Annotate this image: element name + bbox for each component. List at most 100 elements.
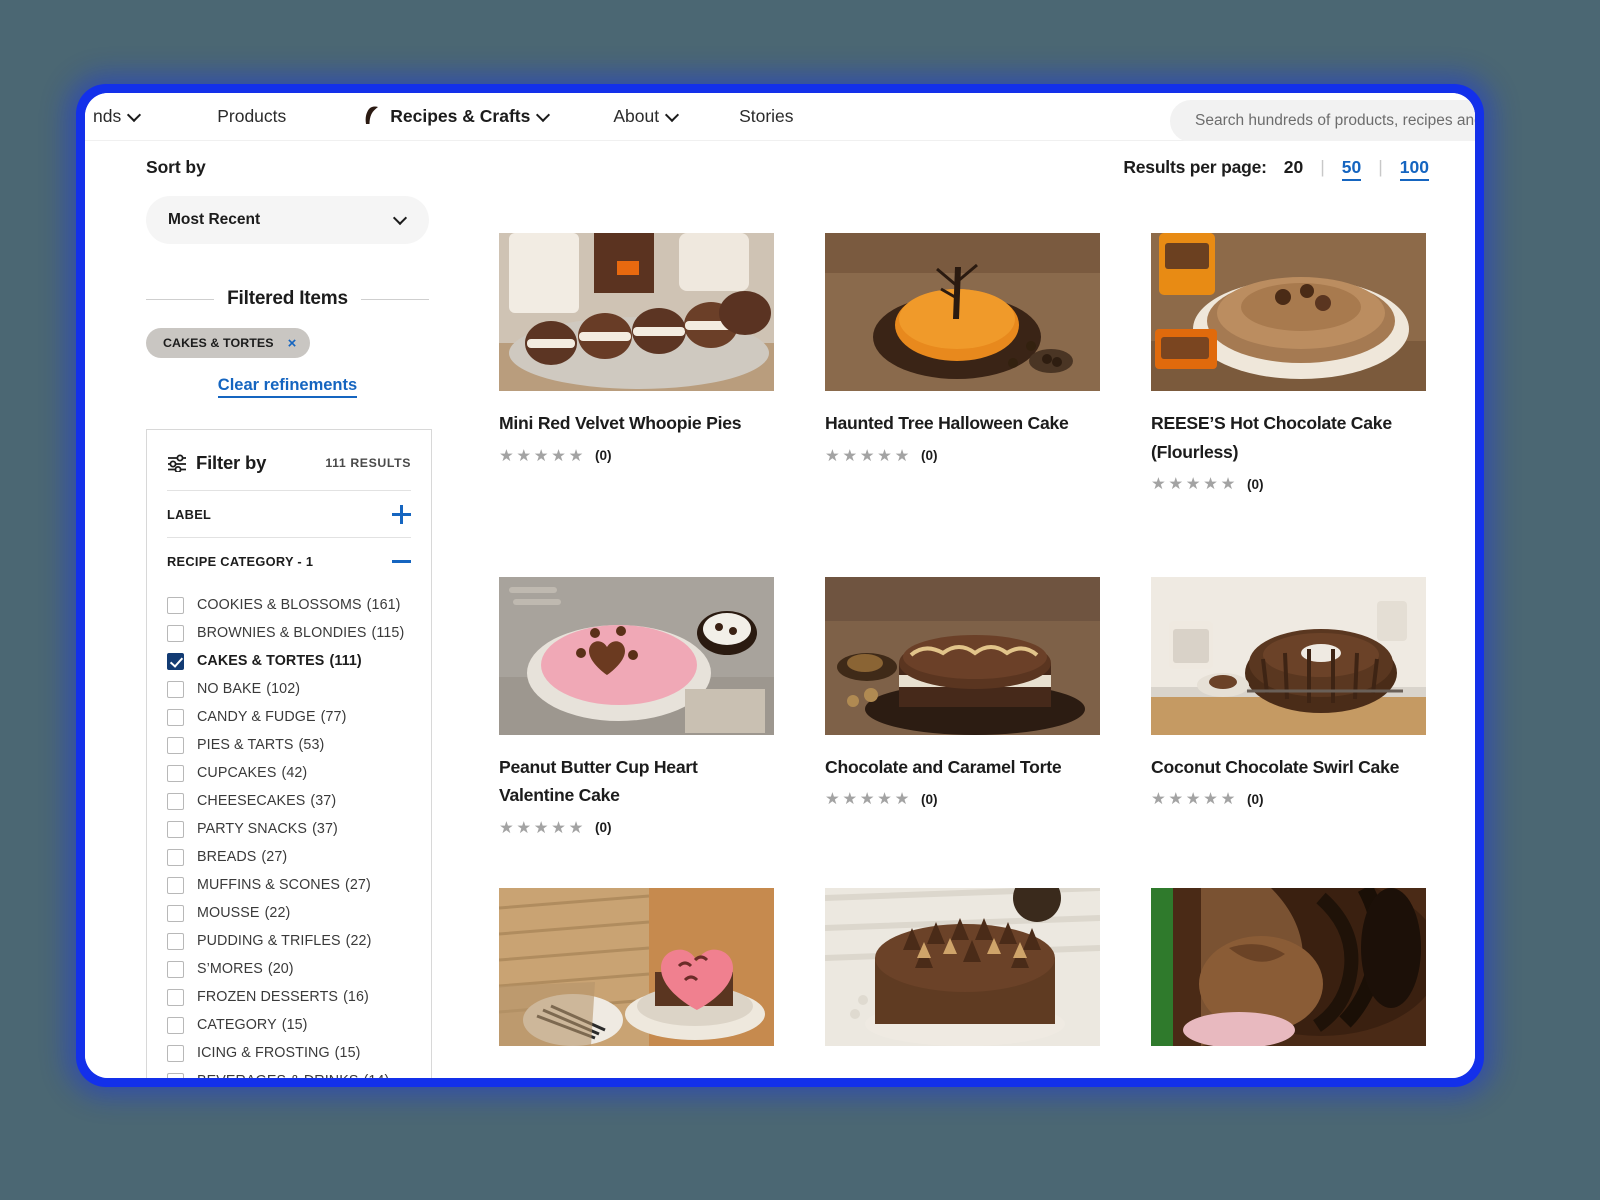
checkbox-icon[interactable] bbox=[167, 793, 184, 810]
nav-item-brands[interactable]: nds bbox=[93, 106, 141, 127]
checkbox-icon[interactable] bbox=[167, 1017, 184, 1034]
results-per-page-20[interactable]: 20 bbox=[1284, 157, 1303, 178]
category-checkbox-row[interactable]: PARTY SNACKS (37) bbox=[167, 815, 411, 843]
nav-item-stories[interactable]: Stories bbox=[739, 106, 793, 127]
checkbox-icon[interactable] bbox=[167, 933, 184, 950]
recipe-rating[interactable]: ★★★★★(0) bbox=[499, 448, 774, 465]
category-checkbox-row[interactable]: CAKES & TORTES(111) bbox=[167, 647, 411, 675]
category-checkbox-row[interactable]: MUFFINS & SCONES(27) bbox=[167, 871, 411, 899]
nav-item-about[interactable]: About bbox=[613, 106, 679, 127]
category-checkbox-row[interactable]: CUPCAKES(42) bbox=[167, 759, 411, 787]
checkbox-icon[interactable] bbox=[167, 849, 184, 866]
category-checkbox-row[interactable]: MOUSSE(22) bbox=[167, 899, 411, 927]
filter-section-recipe-category[interactable]: RECIPE CATEGORY - 1 bbox=[167, 537, 411, 584]
filtered-items-title: Filtered Items bbox=[227, 288, 348, 310]
recipe-card[interactable]: REESE’S Hot Chocolate Cake (Flourless)★★… bbox=[1151, 233, 1426, 493]
nav-item-products[interactable]: Products bbox=[217, 106, 286, 127]
review-count: (0) bbox=[921, 792, 938, 807]
results-per-page-100[interactable]: 100 bbox=[1400, 157, 1429, 181]
category-checkbox-row[interactable]: CATEGORY(15) bbox=[167, 1011, 411, 1039]
browser-frame: nds Products Recipes & Crafts About Stor… bbox=[76, 84, 1484, 1087]
category-checkbox-row[interactable]: BEVERAGES & DRINKS(14) bbox=[167, 1067, 411, 1078]
checkbox-icon[interactable] bbox=[167, 737, 184, 754]
divider-left bbox=[146, 299, 214, 300]
category-checkbox-row[interactable]: PUDDING & TRIFLES(22) bbox=[167, 927, 411, 955]
recipe-rating[interactable]: ★★★★★(0) bbox=[825, 791, 1100, 808]
clear-refinements-label: Clear refinements bbox=[218, 376, 357, 398]
filter-section-label[interactable]: LABEL bbox=[167, 490, 411, 537]
checkbox-icon[interactable] bbox=[167, 1045, 184, 1062]
category-count: (22) bbox=[346, 933, 372, 949]
recipe-card[interactable]: Chocolate and Caramel Torte★★★★★(0) bbox=[825, 577, 1100, 837]
category-checkbox-row[interactable]: NO BAKE(102) bbox=[167, 675, 411, 703]
filter-chip-row: CAKES & TORTES × bbox=[146, 328, 429, 358]
checkbox-icon[interactable] bbox=[167, 681, 184, 698]
checkbox-icon[interactable] bbox=[167, 625, 184, 642]
review-count: (0) bbox=[595, 448, 612, 463]
category-label: PIES & TARTS bbox=[197, 737, 294, 753]
close-icon[interactable]: × bbox=[288, 336, 297, 351]
recipe-card[interactable] bbox=[825, 888, 1100, 1046]
recipe-rating[interactable]: ★★★★★(0) bbox=[1151, 476, 1426, 493]
chocolate-and-caramel-torte-image[interactable] bbox=[825, 577, 1100, 735]
category-checkbox-row[interactable]: BREADS(27) bbox=[167, 843, 411, 871]
results-per-page-50[interactable]: 50 bbox=[1342, 157, 1361, 181]
checkbox-icon[interactable] bbox=[167, 597, 184, 614]
coconut-chocolate-swirl-cake-image[interactable] bbox=[1151, 577, 1426, 735]
checkbox-icon[interactable] bbox=[167, 709, 184, 726]
category-count: (16) bbox=[343, 989, 369, 1005]
clear-refinements[interactable]: Clear refinements bbox=[146, 376, 429, 395]
recipe-card[interactable]: Mini Red Velvet Whoopie Pies★★★★★(0) bbox=[499, 233, 774, 493]
sort-by-select[interactable]: Most Recent bbox=[146, 196, 429, 244]
recipe-card-title: Peanut Butter Cup Heart Valentine Cake bbox=[499, 753, 774, 810]
chocolate-kisses-cake-image[interactable] bbox=[825, 888, 1100, 1046]
category-checkbox-row[interactable]: ICING & FROSTING(15) bbox=[167, 1039, 411, 1067]
checkbox-icon[interactable] bbox=[167, 989, 184, 1006]
category-count: (15) bbox=[282, 1017, 308, 1033]
reeses-hot-chocolate-cake-image[interactable] bbox=[1151, 233, 1426, 391]
category-checkbox-row[interactable]: COOKIES & BLOSSOMS(161) bbox=[167, 591, 411, 619]
filter-chip-cakes-tortes[interactable]: CAKES & TORTES × bbox=[146, 328, 310, 358]
star-rating-icon: ★★★★★ bbox=[1151, 791, 1238, 808]
mini-red-velvet-whoopie-pies-image[interactable] bbox=[499, 233, 774, 391]
checkbox-icon[interactable] bbox=[167, 653, 184, 670]
recipe-card[interactable]: Peanut Butter Cup Heart Valentine Cake ★★… bbox=[499, 577, 774, 837]
recipe-card[interactable] bbox=[1151, 888, 1426, 1046]
nav-item-recipes-crafts[interactable]: Recipes & Crafts bbox=[362, 106, 550, 127]
haunted-tree-halloween-cake-image[interactable] bbox=[825, 233, 1100, 391]
recipe-card[interactable]: Coconut Chocolate Swirl Cake★★★★★(0) bbox=[1151, 577, 1426, 837]
sort-by-value: Most Recent bbox=[168, 211, 395, 229]
filter-panel-header: Filter by 111 RESULTS bbox=[167, 430, 411, 490]
category-checkbox-row[interactable]: FROZEN DESSERTS(16) bbox=[167, 983, 411, 1011]
plus-icon[interactable] bbox=[392, 505, 411, 524]
category-checkbox-row[interactable]: BROWNIES & BLONDIES(115) bbox=[167, 619, 411, 647]
category-checkbox-row[interactable]: S’MORES(20) bbox=[167, 955, 411, 983]
category-checkbox-row[interactable]: CHEESECAKES(37) bbox=[167, 787, 411, 815]
category-checkbox-row[interactable]: PIES & TARTS(53) bbox=[167, 731, 411, 759]
checkbox-icon[interactable] bbox=[167, 765, 184, 782]
checkbox-icon[interactable] bbox=[167, 821, 184, 838]
divider-right bbox=[361, 299, 429, 300]
filter-section-label-name: LABEL bbox=[167, 507, 392, 522]
search-input[interactable] bbox=[1195, 112, 1475, 130]
heart-valentine-cake-image[interactable] bbox=[499, 888, 774, 1046]
recipe-rating[interactable]: ★★★★★(0) bbox=[1151, 791, 1426, 808]
peanut-butter-cup-heart-valentine-cake-image[interactable] bbox=[499, 577, 774, 735]
checkbox-icon[interactable] bbox=[167, 1073, 184, 1079]
recipe-card[interactable] bbox=[499, 888, 774, 1046]
category-label: PARTY SNACKS bbox=[197, 821, 307, 837]
recipe-rating[interactable]: ★★★★★(0) bbox=[825, 448, 1100, 465]
checkbox-icon[interactable] bbox=[167, 961, 184, 978]
checkbox-icon[interactable] bbox=[167, 877, 184, 894]
category-count: (115) bbox=[372, 625, 405, 641]
category-checkbox-row[interactable]: CANDY & FUDGE(77) bbox=[167, 703, 411, 731]
recipe-grid: Mini Red Velvet Whoopie Pies★★★★★(0) Hau… bbox=[455, 233, 1447, 1046]
category-label: MOUSSE bbox=[197, 905, 260, 921]
recipe-card[interactable]: Haunted Tree Halloween Cake★★★★★(0) bbox=[825, 233, 1100, 493]
search-box[interactable] bbox=[1170, 100, 1475, 142]
checkbox-icon[interactable] bbox=[167, 905, 184, 922]
recipe-rating[interactable]: ★★★★★(0) bbox=[499, 820, 774, 837]
category-count: (37) bbox=[312, 821, 338, 837]
chocolate-bundt-cake-image[interactable] bbox=[1151, 888, 1426, 1046]
minus-icon[interactable] bbox=[392, 552, 411, 571]
